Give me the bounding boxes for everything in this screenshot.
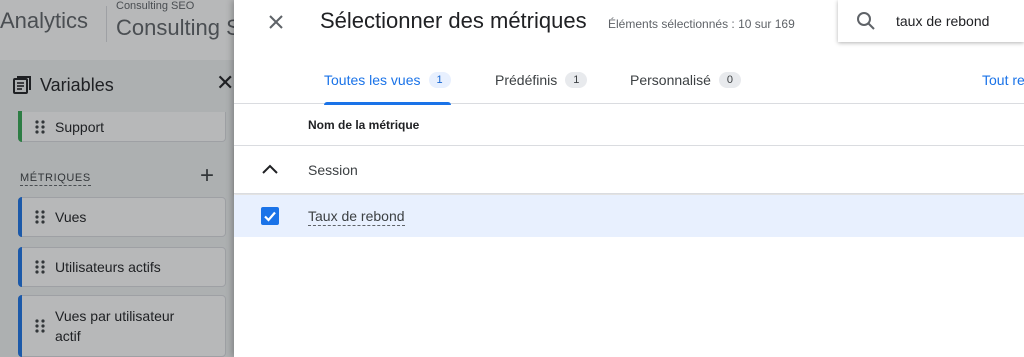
- tab-label: Personnalisé: [630, 72, 711, 88]
- group-row-session[interactable]: Session: [234, 146, 1024, 194]
- tab-toutes-les-vues[interactable]: Toutes les vues 1: [324, 56, 451, 105]
- search-input[interactable]: taux de rebond: [838, 0, 1024, 42]
- modal-scrim[interactable]: [0, 0, 236, 357]
- metric-checkbox[interactable]: [261, 207, 279, 225]
- group-label: Session: [308, 162, 358, 178]
- search-icon: [857, 12, 875, 30]
- chevron-up-icon[interactable]: [261, 162, 279, 176]
- tab-label: Prédéfinis: [495, 72, 558, 88]
- select-metrics-dialog: Sélectionner des métriques Éléments séle…: [234, 0, 1024, 357]
- tab-count-badge: 1: [565, 72, 588, 88]
- tab-predefinis[interactable]: Prédéfinis 1: [495, 56, 588, 104]
- tab-personnalise[interactable]: Personnalisé 0: [630, 56, 741, 104]
- tab-label: Toutes les vues: [324, 72, 421, 88]
- tab-count-badge: 1: [428, 72, 451, 88]
- close-icon[interactable]: [264, 10, 288, 34]
- search-value[interactable]: taux de rebond: [896, 13, 989, 29]
- tab-bar: Toutes les vues 1 Prédéfinis 1 Personnal…: [234, 56, 1024, 105]
- metric-row[interactable]: Taux de rebond: [234, 195, 1024, 237]
- dialog-title: Sélectionner des métriques: [320, 8, 587, 33]
- column-header-label: Nom de la métrique: [308, 118, 420, 132]
- checkmark-icon: [264, 211, 276, 222]
- metric-label: Taux de rebond: [308, 208, 405, 226]
- column-header: Nom de la métrique: [234, 104, 1024, 146]
- selection-count: Éléments sélectionnés : 10 sur 169: [608, 17, 795, 31]
- tab-count-badge: 0: [718, 72, 741, 88]
- select-all-link[interactable]: Tout re: [982, 56, 1024, 104]
